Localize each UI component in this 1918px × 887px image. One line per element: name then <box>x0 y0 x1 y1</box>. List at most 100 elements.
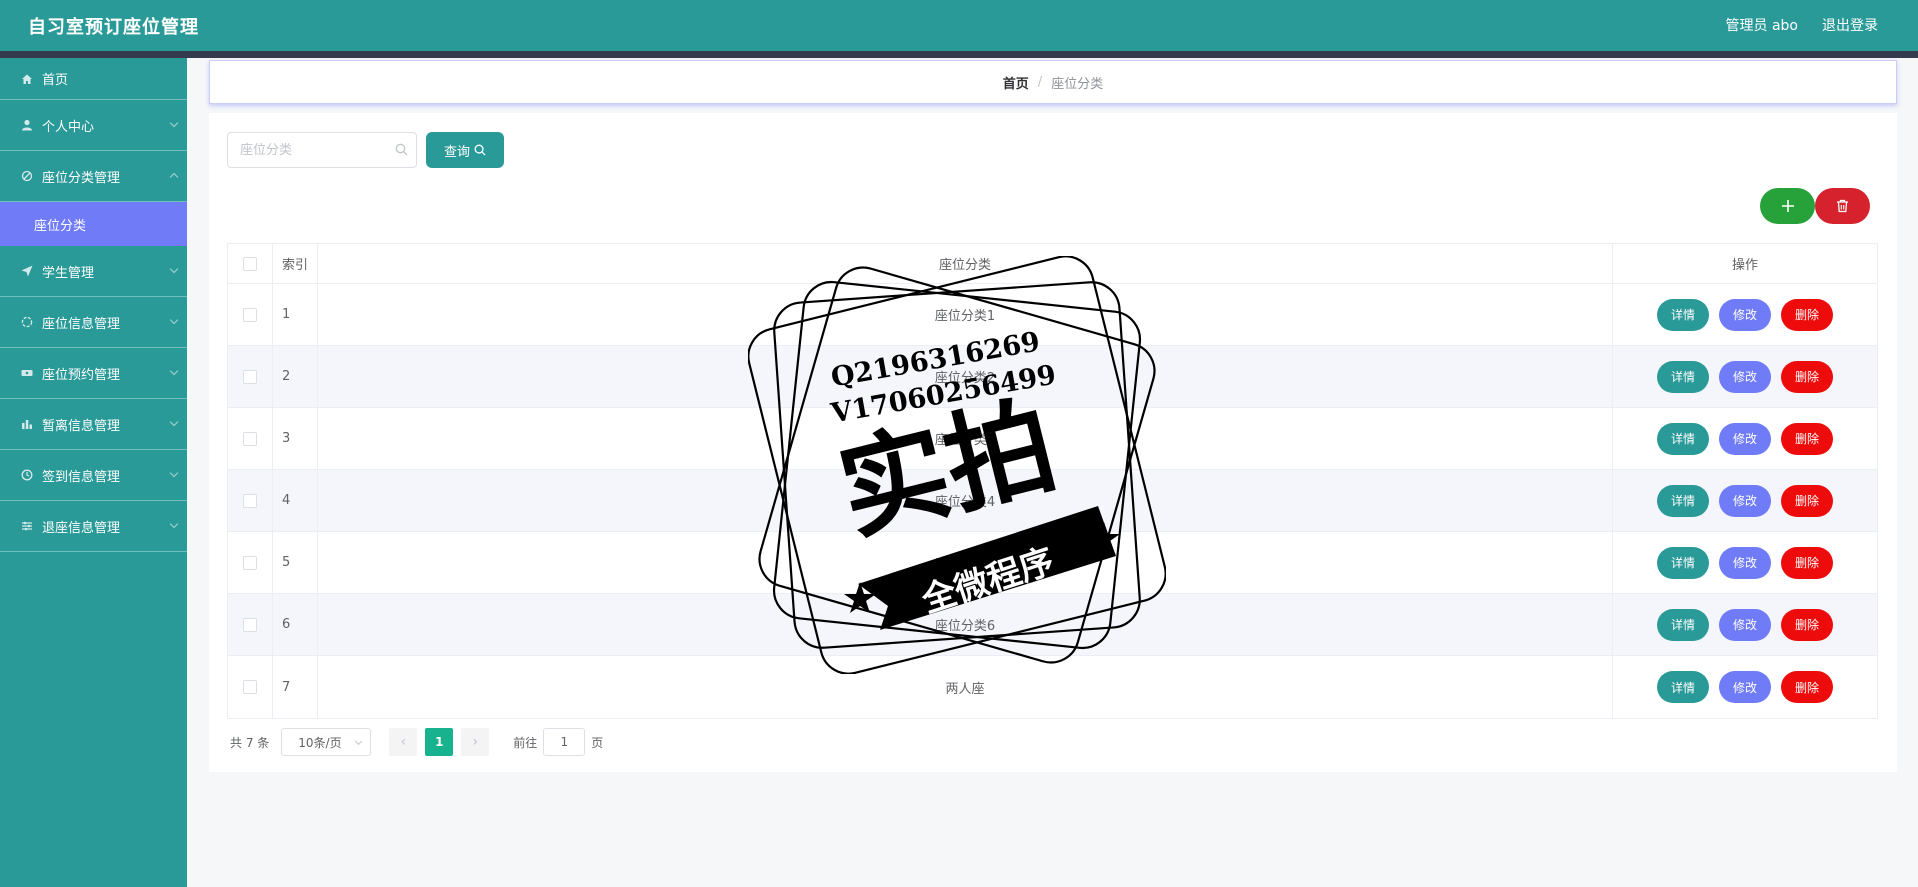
sidebar-item-personal-center[interactable]: 个人中心 <box>0 100 187 151</box>
row-index: 1 <box>273 284 318 345</box>
prev-page-button[interactable]: ‹ <box>389 728 418 756</box>
sidebar-item-seat-reservation-management[interactable]: 座位预约管理 <box>0 348 187 399</box>
sidebar-item-student-management[interactable]: 学生管理 <box>0 246 187 297</box>
page-size-select[interactable]: 10条/页 <box>281 728 372 756</box>
column-header-name: 座位分类 <box>318 244 1613 283</box>
row-checkbox[interactable] <box>243 493 257 508</box>
paper-plane-icon <box>20 264 34 278</box>
detail-button[interactable]: 详情 <box>1657 671 1709 703</box>
goto-page-input[interactable] <box>543 728 586 756</box>
row-name: 两人座 <box>318 656 1613 718</box>
detail-button[interactable]: 详情 <box>1657 298 1709 331</box>
delete-button[interactable]: 删除 <box>1781 360 1833 393</box>
edit-button[interactable]: 修改 <box>1719 671 1771 703</box>
table-row: 7 两人座 详情 修改 删除 <box>228 656 1877 718</box>
table-row: 5 座位分类5 详情 修改 删除 <box>228 532 1877 594</box>
breadcrumb: 首页 / 座位分类 <box>209 60 1897 104</box>
row-index: 7 <box>273 656 318 718</box>
breadcrumb-home[interactable]: 首页 <box>1003 73 1029 92</box>
seat-category-table: 索引 座位分类 操作 1 座位分类1 详情 修改 删除 2 座位分类2 详情 修… <box>227 243 1878 719</box>
sidebar-item-label: 首页 <box>42 73 69 88</box>
row-name: 座位分类3 <box>318 408 1613 469</box>
chevron-down-icon <box>169 366 179 376</box>
top-header: 自习室预订座位管理 管理员 abo 退出登录 <box>0 0 1918 51</box>
detail-button[interactable]: 详情 <box>1657 422 1709 455</box>
delete-button[interactable]: 删除 <box>1781 671 1833 703</box>
sidebar-item-seat-info-management[interactable]: 座位信息管理 <box>0 297 187 348</box>
table-row: 4 座位分类4 详情 修改 删除 <box>228 470 1877 532</box>
detail-button[interactable]: 详情 <box>1657 360 1709 393</box>
sidebar-item-seat-return-management[interactable]: 退座信息管理 <box>0 501 187 552</box>
breadcrumb-current: 座位分类 <box>1051 76 1104 92</box>
row-index: 4 <box>273 470 318 531</box>
row-checkbox[interactable] <box>243 680 257 694</box>
delete-button[interactable]: 删除 <box>1781 484 1833 517</box>
main-content: 查询 索引 座位分类 操作 1 座位分类1 详情 修改 删除 2 座位分类 <box>209 113 1897 772</box>
detail-button[interactable]: 详情 <box>1657 608 1709 641</box>
next-page-button[interactable]: › <box>461 728 490 756</box>
trash-icon <box>1837 199 1848 213</box>
chevron-down-icon <box>169 315 179 325</box>
edit-button[interactable]: 修改 <box>1719 484 1771 517</box>
sidebar-item-seat-category-management[interactable]: 座位分类管理 <box>0 151 187 202</box>
row-name: 座位分类4 <box>318 470 1613 531</box>
sidebar-subitem-label: 座位分类 <box>34 218 87 234</box>
delete-button[interactable]: 删除 <box>1781 546 1833 579</box>
search-input[interactable] <box>228 133 378 167</box>
row-checkbox[interactable] <box>243 617 257 632</box>
query-button[interactable]: 查询 <box>426 132 504 168</box>
row-checkbox[interactable] <box>243 307 257 322</box>
select-all-checkbox[interactable] <box>243 256 257 271</box>
clock-icon <box>20 468 34 482</box>
chevron-down-icon <box>169 519 179 529</box>
row-name: 座位分类6 <box>318 594 1613 655</box>
sidebar-subitem-seat-category[interactable]: 座位分类 <box>0 202 187 246</box>
detail-button[interactable]: 详情 <box>1657 484 1709 517</box>
sliders-icon <box>20 519 34 533</box>
row-name: 座位分类5 <box>318 532 1613 593</box>
row-index: 2 <box>273 346 318 407</box>
edit-button[interactable]: 修改 <box>1719 422 1771 455</box>
search-icon <box>474 144 486 156</box>
sidebar-item-checkin-management[interactable]: 签到信息管理 <box>0 450 187 501</box>
sidebar: 首页 个人中心 座位分类管理 座位分类 学生管理 座位信息管理 座位预约管理 暂… <box>0 58 187 887</box>
search-box[interactable] <box>227 132 417 168</box>
add-button[interactable] <box>1760 188 1815 224</box>
sidebar-item-label: 签到信息管理 <box>42 469 121 485</box>
sidebar-item-label: 个人中心 <box>42 119 95 135</box>
detail-button[interactable]: 详情 <box>1657 546 1709 579</box>
sidebar-item-temporary-leave-management[interactable]: 暂离信息管理 <box>0 399 187 450</box>
logout-link[interactable]: 退出登录 <box>1822 15 1878 35</box>
column-header-index: 索引 <box>273 244 318 283</box>
header-divider <box>0 51 1918 58</box>
page-number-button[interactable]: 1 <box>425 728 454 756</box>
edit-button[interactable]: 修改 <box>1719 360 1771 393</box>
ticket-icon <box>20 366 34 380</box>
edit-button[interactable]: 修改 <box>1719 298 1771 331</box>
chevron-down-icon <box>169 417 179 427</box>
goto-prefix: 前往 <box>513 735 538 750</box>
app-title: 自习室预订座位管理 <box>28 17 199 38</box>
row-checkbox[interactable] <box>243 555 257 570</box>
delete-button[interactable]: 删除 <box>1781 422 1833 455</box>
edit-button[interactable]: 修改 <box>1719 608 1771 641</box>
category-icon <box>20 169 34 183</box>
batch-delete-button[interactable] <box>1815 188 1870 224</box>
delete-button[interactable]: 删除 <box>1781 298 1833 331</box>
home-icon <box>20 72 34 86</box>
chevron-down-icon <box>169 468 179 478</box>
row-checkbox[interactable] <box>243 431 257 446</box>
breadcrumb-separator: / <box>1037 74 1043 90</box>
sidebar-item-home[interactable]: 首页 <box>0 58 187 100</box>
info-icon <box>20 315 34 329</box>
edit-button[interactable]: 修改 <box>1719 546 1771 579</box>
delete-button[interactable]: 删除 <box>1781 608 1833 641</box>
column-header-ops: 操作 <box>1731 258 1758 273</box>
row-name: 座位分类2 <box>318 346 1613 407</box>
table-row: 2 座位分类2 详情 修改 删除 <box>228 346 1877 408</box>
table-row: 3 座位分类3 详情 修改 删除 <box>228 408 1877 470</box>
table-row: 6 座位分类6 详情 修改 删除 <box>228 594 1877 656</box>
page-size-value: 10条/页 <box>298 735 342 750</box>
sidebar-item-label: 座位预约管理 <box>42 367 121 383</box>
row-checkbox[interactable] <box>243 369 257 384</box>
